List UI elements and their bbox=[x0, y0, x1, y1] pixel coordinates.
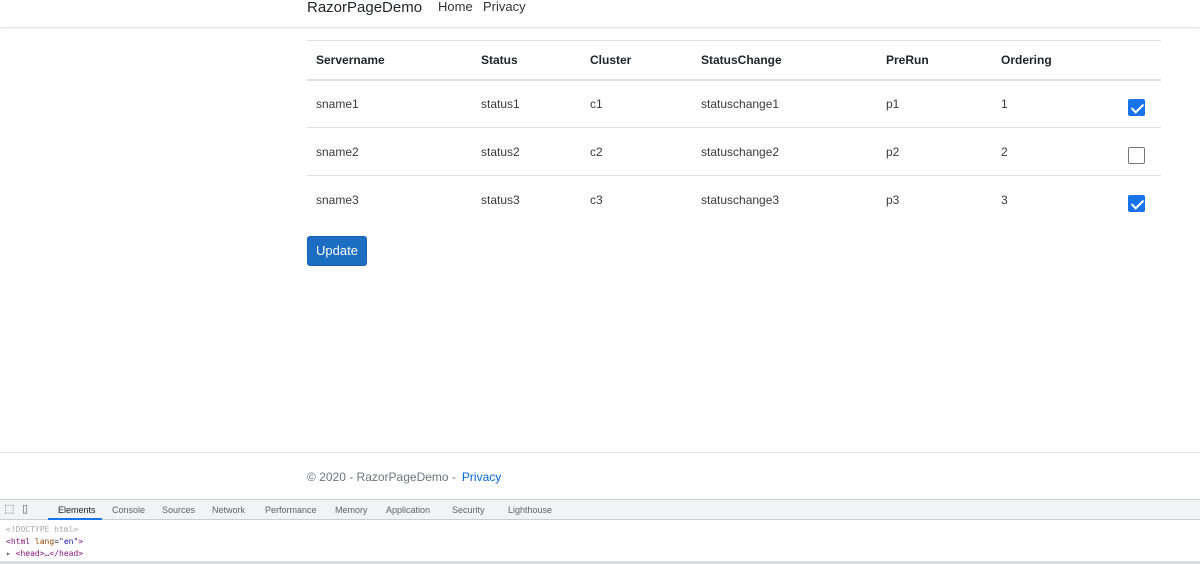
cell-statuschange: statuschange3 bbox=[692, 175, 877, 224]
inspect-element-icon[interactable]: ⬚ bbox=[4, 502, 14, 516]
dom-head-node[interactable]: ▸ <head>…</head> bbox=[6, 548, 83, 559]
header-select bbox=[1112, 40, 1161, 81]
navbar: RazorPageDemo Home Privacy bbox=[0, 0, 1200, 28]
dom-head: <head>…</head> bbox=[15, 549, 84, 558]
devtools-tab-sources[interactable]: Sources bbox=[162, 504, 195, 516]
cell-ordering: 2 bbox=[992, 127, 1112, 176]
cell-prerun: p1 bbox=[886, 96, 900, 111]
cell-statuschange: statuschange1 bbox=[701, 96, 780, 111]
table-row: sname1 status1 c1 statuschange1 p1 1 bbox=[307, 80, 1161, 128]
cell-cluster: c3 bbox=[581, 175, 692, 224]
cell-status: status3 bbox=[472, 175, 581, 224]
dom-html-close: > bbox=[78, 537, 84, 546]
header-ordering: Ordering bbox=[992, 40, 1112, 81]
cell-status: status1 bbox=[481, 96, 520, 111]
update-button[interactable]: Update bbox=[307, 236, 367, 266]
cell-status: status2 bbox=[472, 127, 581, 176]
header-cluster: Cluster bbox=[581, 40, 692, 81]
cell-cluster: c1 bbox=[590, 96, 603, 111]
devtools-tab-application[interactable]: Application bbox=[386, 504, 430, 516]
dom-html-val: "en" bbox=[59, 537, 79, 546]
footer: © 2020 - RazorPageDemo - Privacy bbox=[0, 452, 1200, 499]
devtools-tab-memory[interactable]: Memory bbox=[335, 504, 368, 516]
cell-servername: sname3 bbox=[307, 175, 472, 224]
row-checkbox[interactable] bbox=[1128, 147, 1145, 164]
dom-html-node[interactable]: <html lang="en"> bbox=[6, 536, 83, 547]
header-servername: Servername bbox=[307, 40, 472, 81]
cell-ordering: 3 bbox=[992, 175, 1112, 224]
cell-cluster: c2 bbox=[581, 127, 692, 176]
cell-select bbox=[1112, 80, 1161, 128]
cell-ordering: 1 bbox=[1001, 96, 1008, 111]
footer-copyright: © 2020 - RazorPageDemo - bbox=[307, 470, 456, 484]
dom-doctype[interactable]: <!DOCTYPE html> bbox=[6, 524, 78, 535]
nav-link-home[interactable]: Home bbox=[438, 0, 473, 14]
footer-text: © 2020 - RazorPageDemo - Privacy bbox=[307, 470, 501, 484]
footer-privacy-link[interactable]: Privacy bbox=[462, 470, 501, 484]
cell-servername: sname1 bbox=[316, 96, 359, 111]
devtools-tab-elements[interactable]: Elements bbox=[58, 504, 96, 516]
nav-link-privacy[interactable]: Privacy bbox=[483, 0, 526, 14]
dom-html-attr: lang bbox=[34, 537, 55, 546]
device-toolbar-icon[interactable]: ▯ bbox=[22, 502, 28, 516]
cell-prerun: p2 bbox=[877, 127, 992, 176]
active-tab-indicator bbox=[48, 518, 102, 520]
devtools-panel: ⬚ ▯ Elements Console Sources Network Per… bbox=[0, 499, 1200, 564]
devtools-tab-performance[interactable]: Performance bbox=[265, 504, 317, 516]
devtools-tab-network[interactable]: Network bbox=[212, 504, 245, 516]
dom-html-open: <html bbox=[6, 537, 31, 546]
expand-triangle-icon[interactable]: ▸ bbox=[6, 549, 11, 558]
devtools-tab-console[interactable]: Console bbox=[112, 504, 145, 516]
servers-table: Servername Status Cluster StatusChange P… bbox=[307, 40, 1161, 224]
devtools-tab-lighthouse[interactable]: Lighthouse bbox=[508, 504, 552, 516]
header-prerun: PreRun bbox=[877, 40, 992, 81]
cell-prerun: p3 bbox=[877, 175, 992, 224]
row-checkbox[interactable] bbox=[1128, 195, 1145, 213]
devtools-toolbar: ⬚ ▯ Elements Console Sources Network Per… bbox=[0, 500, 1200, 520]
table-row: sname2 status2 c2 statuschange2 p2 2 bbox=[307, 127, 1161, 176]
cell-select bbox=[1112, 175, 1161, 224]
cell-statuschange: statuschange2 bbox=[692, 127, 877, 176]
devtools-tab-security[interactable]: Security bbox=[452, 504, 485, 516]
header-statuschange: StatusChange bbox=[692, 40, 877, 81]
header-status: Status bbox=[472, 40, 581, 81]
cell-servername: sname2 bbox=[307, 127, 472, 176]
row-checkbox[interactable] bbox=[1128, 99, 1145, 117]
table-header-row: Servername Status Cluster StatusChange P… bbox=[307, 40, 1161, 81]
brand-link[interactable]: RazorPageDemo bbox=[307, 0, 422, 16]
table-row: sname3 status3 c3 statuschange3 p3 3 bbox=[307, 175, 1161, 224]
cell-select bbox=[1112, 127, 1161, 176]
